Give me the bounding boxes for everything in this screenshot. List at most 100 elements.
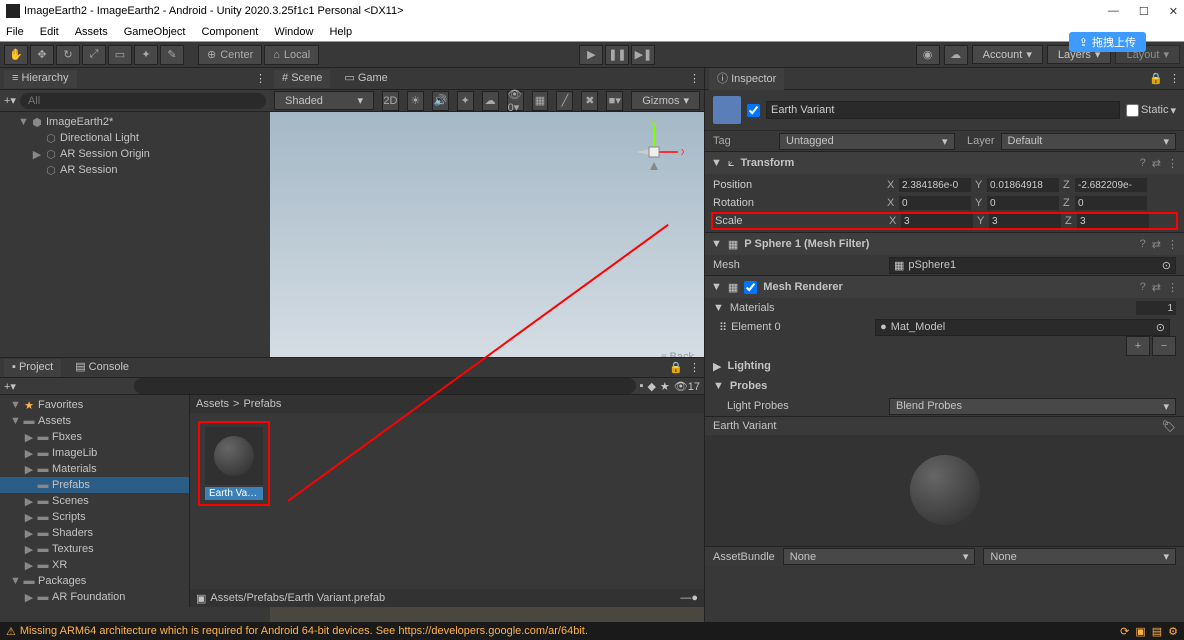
vis-icon[interactable]: 👁0▾ [507,91,524,111]
tab-scene[interactable]: # Scene [274,70,330,88]
mesh-field[interactable]: ▦pSphere1⊙ [889,257,1176,274]
camera-icon[interactable]: ■▾ [606,91,623,111]
hierarchy-item[interactable]: ⬡AR Session [0,162,270,178]
rect-tool[interactable]: ▭ [108,45,132,65]
material-field[interactable]: ●Mat_Model⊙ [875,319,1170,336]
renderer-enabled-checkbox[interactable] [744,281,757,294]
position-x-input[interactable] [899,178,971,192]
breadcrumb-prefabs[interactable]: Prefabs [243,398,281,410]
tab-inspector[interactable]: ⓘ Inspector [709,68,784,90]
project-tree-item[interactable]: ▶▬Scripts [0,509,189,525]
rotation-x-input[interactable] [899,196,971,210]
search-label-icon[interactable]: ◆ [647,380,655,393]
menu-icon[interactable]: ⋮ [1167,157,1178,170]
menu-edit[interactable]: Edit [40,26,59,38]
foldout-icon[interactable]: ▼ [713,302,724,314]
move-tool[interactable]: ✥ [30,45,54,65]
project-tree-item[interactable]: ▼▬Packages [0,573,189,589]
status-icon-1[interactable]: ⟳ [1120,625,1129,638]
help-icon[interactable]: ? [1140,157,1146,170]
foldout-icon[interactable]: ▼ [711,238,722,250]
project-tree-item[interactable]: ▶▬ImageLib [0,445,189,461]
status-icon-3[interactable]: ▤ [1152,625,1162,638]
status-icon-4[interactable]: ⚙ [1168,625,1178,638]
tag-dropdown[interactable]: Untagged▾ [779,133,955,150]
menu-assets[interactable]: Assets [75,26,108,38]
menu-icon[interactable]: ⋮ [1167,238,1178,251]
project-tree-item[interactable]: ▬Prefabs [0,477,189,493]
menu-help[interactable]: Help [329,26,352,38]
gameobject-name-input[interactable] [766,101,1120,119]
help-icon[interactable]: ? [1140,238,1146,251]
hand-tool[interactable]: ✋ [4,45,28,65]
preview-tag-icon[interactable]: 🏷 [1162,420,1176,433]
active-checkbox[interactable] [747,104,760,117]
project-search-input[interactable] [134,378,636,394]
materials-count-input[interactable] [1136,301,1176,315]
menu-file[interactable]: File [6,26,24,38]
account-dropdown[interactable]: Account▾ [972,45,1043,64]
scale-x-input[interactable] [901,214,973,228]
project-tree-item[interactable]: ▶▬Fbxes [0,429,189,445]
maximize-button[interactable]: ☐ [1139,5,1149,18]
gizmos-dropdown[interactable]: Gizmos▾ [631,91,700,110]
preset-icon[interactable]: ⇄ [1152,281,1161,294]
menu-component[interactable]: Component [201,26,258,38]
gameobject-icon[interactable] [713,96,741,124]
add-material-button[interactable]: + [1126,336,1150,356]
rotation-z-input[interactable] [1075,196,1147,210]
project-tree-item[interactable]: ▶▬XR [0,557,189,573]
scale-y-input[interactable] [989,214,1061,228]
pivot-toggle[interactable]: ⊕Center [198,45,262,65]
project-tree-item[interactable]: ▶▬AR Foundation [0,589,189,605]
assetbundle-dropdown[interactable]: None▾ [783,548,976,565]
tab-game[interactable]: ▭ Game [336,69,395,88]
preset-icon[interactable]: ⇄ [1152,157,1161,170]
scale-z-input[interactable] [1077,214,1149,228]
step-button[interactable]: ▶❚ [631,45,655,65]
rotate-tool[interactable]: ↻ [56,45,80,65]
asset-earth-variant[interactable]: Earth Vari... [198,421,270,506]
menu-gameobject[interactable]: GameObject [124,26,186,38]
foldout-icon[interactable]: ▼ [711,281,722,293]
project-menu-icon[interactable]: ⋮ [689,361,700,374]
hierarchy-item[interactable]: ▼⬢ImageEarth2* [0,114,270,130]
audio-icon[interactable]: 🔊 [432,91,449,111]
foldout-icon[interactable]: ▼ [711,157,722,169]
collab-icon[interactable]: ◉ [916,45,940,65]
hierarchy-search-input[interactable] [20,93,266,109]
project-tree-item[interactable]: ▶▬Materials [0,461,189,477]
minimize-button[interactable]: — [1108,5,1119,18]
inspector-menu-icon[interactable]: ⋮ [1169,72,1180,85]
sky-icon[interactable]: ☁ [482,91,499,111]
fx-icon[interactable]: ✦ [457,91,474,111]
rotation-y-input[interactable] [987,196,1059,210]
status-message[interactable]: Missing ARM64 architecture which is requ… [20,625,588,637]
project-tree-item[interactable]: ▼▬Assets [0,413,189,429]
inspector-lock-icon[interactable]: 🔒 [1149,72,1163,85]
grid-icon[interactable]: ▦ [532,91,549,111]
hierarchy-create-button[interactable]: +▾ [4,94,16,107]
position-z-input[interactable] [1075,178,1147,192]
breadcrumb-assets[interactable]: Assets [196,398,229,410]
tab-hierarchy[interactable]: ≡ Hierarchy [4,70,77,88]
layer-dropdown[interactable]: Default▾ [1001,133,1177,150]
hierarchy-menu-icon[interactable]: ⋮ [255,72,266,85]
help-icon[interactable]: ? [1140,281,1146,294]
remove-material-button[interactable]: − [1152,336,1176,356]
position-y-input[interactable] [987,178,1059,192]
hierarchy-item[interactable]: ▶⬡AR Session Origin [0,146,270,162]
project-tree-item[interactable]: ▼★Favorites [0,397,189,413]
tab-console[interactable]: ▤ Console [67,358,137,377]
cloud-icon[interactable]: ☁ [944,45,968,65]
static-checkbox[interactable] [1126,104,1139,117]
project-tree-item[interactable]: ▶▬Scenes [0,493,189,509]
play-button[interactable]: ▶ [579,45,603,65]
search-filter-icon[interactable]: ▪ [640,380,644,392]
hidden-count[interactable]: 👁17 [674,380,700,393]
assetbundle-variant-dropdown[interactable]: None▾ [983,548,1176,565]
tab-project[interactable]: ▪ Project [4,359,61,377]
2d-toggle[interactable]: 2D [382,91,399,111]
foldout-icon[interactable]: ▼ [713,380,724,392]
orientation-gizmo[interactable]: y x [624,122,684,182]
